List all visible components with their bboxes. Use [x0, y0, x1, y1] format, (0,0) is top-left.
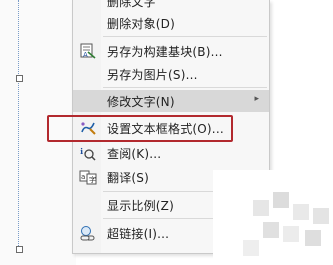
svg-text:字: 字	[89, 175, 96, 184]
building-block-icon: A	[79, 43, 97, 59]
menu-item-label: 翻译(S)	[107, 170, 149, 185]
menu-separator	[103, 36, 267, 37]
translate-icon: a 字	[79, 169, 97, 185]
menu-item-lookup[interactable]: ℹ 查阅(K)...	[73, 142, 269, 164]
svg-text:ℹ: ℹ	[80, 147, 83, 156]
svg-text:A: A	[83, 51, 88, 59]
highlight-box	[47, 115, 233, 142]
menu-item-label: 删除文字	[107, 0, 156, 9]
submenu-arrow-icon: ▸	[254, 94, 259, 104]
hyperlink-icon	[79, 225, 97, 241]
menu-item-label: 查阅(K)...	[107, 146, 162, 161]
resize-handle[interactable]	[16, 75, 23, 82]
menu-item-label: 显示比例(Z)	[107, 198, 174, 213]
menu-item-delete-text[interactable]: 删除文字	[73, 0, 269, 12]
menu-item-save-as-picture[interactable]: 另存为图片(S)...	[73, 63, 269, 85]
menu-item-label: 另存为图片(S)...	[107, 67, 198, 82]
lookup-icon: ℹ	[79, 145, 97, 161]
menu-item-label: 修改文字(N)	[107, 94, 175, 109]
menu-item-label: 另存为构建基块(B)...	[107, 44, 223, 59]
resize-handle[interactable]	[16, 246, 23, 253]
menu-item-label: 删除对象(D)	[107, 16, 176, 31]
menu-item-save-as-building-block[interactable]: A 另存为构建基块(B)...	[73, 40, 269, 62]
watermark-image	[213, 170, 333, 265]
menu-item-modify-text[interactable]: 修改文字(N) ▸	[73, 90, 269, 112]
menu-separator	[103, 87, 267, 88]
svg-text:a: a	[81, 173, 85, 181]
menu-item-delete-object[interactable]: 删除对象(D)	[73, 12, 269, 34]
selection-border	[18, 0, 20, 252]
menu-item-label: 超链接(I)...	[107, 226, 170, 241]
